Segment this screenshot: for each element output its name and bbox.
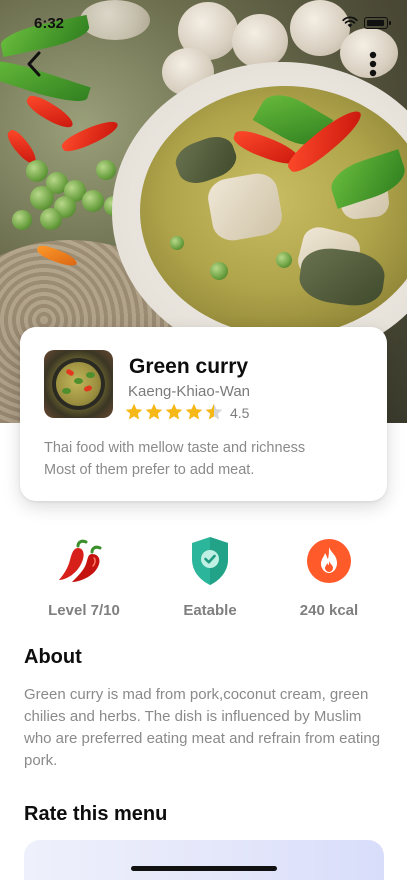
status-time: 6:32 [34, 15, 65, 32]
eatable-label: Eatable [183, 602, 237, 619]
rating-value: 4.5 [230, 405, 250, 421]
feature-row: Level 7/10 Eatable 240 kcal [0, 533, 407, 623]
dish-title: Green curry [129, 355, 249, 378]
spice-level-label: Level 7/10 [48, 602, 120, 619]
more-options-button[interactable] [358, 48, 388, 80]
star-icon [145, 403, 163, 420]
star-half-icon [205, 403, 223, 420]
dish-info-card: Green curry Kaeng-Khiao-Wan 4.5 Thai foo… [20, 327, 387, 501]
fire-icon [307, 539, 351, 583]
rate-panel[interactable] [24, 840, 384, 880]
star-icon [165, 403, 183, 420]
calories-label: 240 kcal [299, 602, 359, 619]
status-bar: 6:32 [0, 0, 407, 44]
chili-icon [59, 539, 102, 582]
rating-stars [124, 402, 224, 422]
dish-local-name: Kaeng-Khiao-Wan [128, 383, 251, 400]
feature-calories: 240 kcal [274, 533, 384, 619]
back-button[interactable] [18, 48, 50, 80]
star-icon [125, 403, 143, 420]
rate-heading: Rate this menu [24, 803, 168, 825]
feature-eatable: Eatable [155, 533, 265, 619]
description-line: Most of them prefer to add meat. [44, 462, 255, 478]
description-line: Thai food with mellow taste and richness [44, 440, 306, 456]
star-icon [185, 403, 203, 420]
about-heading: About [24, 646, 82, 668]
feature-spice-level: Level 7/10 [29, 533, 139, 619]
chevron-left-icon [27, 51, 41, 77]
battery-icon [364, 17, 391, 29]
home-indicator [131, 866, 277, 871]
dish-description: Thai food with mellow taste and richness… [44, 437, 364, 481]
dish-thumbnail [44, 350, 113, 418]
shield-check-icon [192, 537, 228, 585]
about-text: Green curry is mad from pork,coconut cre… [24, 686, 381, 769]
wifi-icon [342, 16, 358, 28]
more-vertical-icon [369, 51, 377, 77]
